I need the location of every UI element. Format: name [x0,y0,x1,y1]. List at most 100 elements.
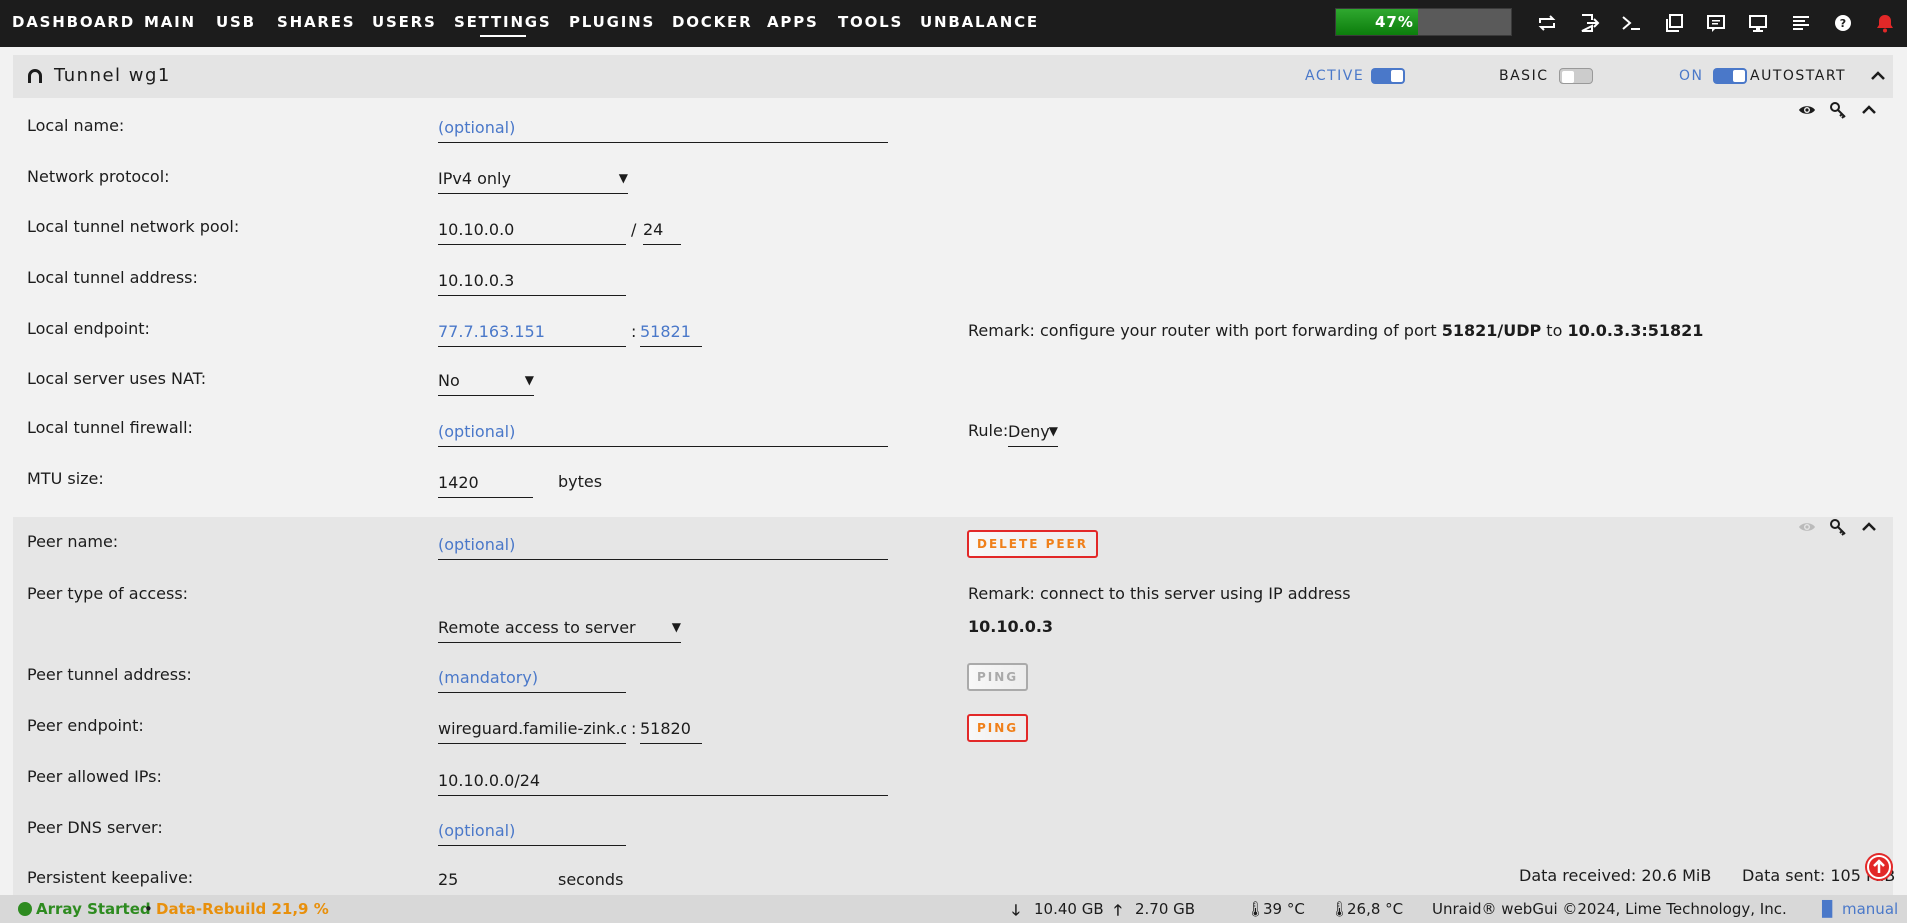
firewall-rule-select[interactable]: Deny ▼ [1008,419,1058,447]
peer-allowed-ips-label: Peer allowed IPs: [27,767,162,786]
svg-text:?: ? [1840,17,1846,30]
array-status: Array Started [18,900,151,918]
nav-dashboard[interactable]: DASHBOARD [12,13,135,31]
tunnel-icon [25,66,45,86]
notification-icon[interactable] [1874,12,1896,34]
arrow-down-icon: 🡓 [1012,901,1020,919]
local-endpoint-separator: : [631,322,637,341]
peer-tunnel-address-label: Peer tunnel address: [27,665,192,684]
mtu-input[interactable]: 1420 [438,470,533,498]
peer-type-value: Remote access to server [438,618,636,637]
autostart-toggle[interactable] [1713,68,1747,84]
manual-link[interactable]: manual [1842,900,1898,918]
nav-users[interactable]: USERS [372,13,437,31]
nav-main[interactable]: MAIN [144,13,196,31]
desktop-icon[interactable] [1747,12,1769,34]
mtu-label: MTU size: [27,469,104,488]
nav-apps[interactable]: APPS [767,13,819,31]
info-icon[interactable] [1705,12,1727,34]
help-icon[interactable]: ? [1832,12,1854,34]
cpu-load-bar: 47% [1335,8,1512,36]
manual-icon: ▉ [1822,900,1834,918]
local-name-input[interactable]: (optional) [438,115,888,143]
network-pool-separator: / [631,220,637,239]
nav-unbalance[interactable]: UNBALANCE [920,13,1039,31]
peer-endpoint-host-input[interactable]: wireguard.familie-zink.org [438,716,626,744]
firewall-label: Local tunnel firewall: [27,418,193,437]
firewall-rule-label: Rule: [968,421,1009,440]
peer-dns-input[interactable]: (optional) [438,818,626,846]
local-endpoint-host-input[interactable]: 77.7.163.151 [438,319,626,347]
network-pool-address-input[interactable]: 10.10.0.0 [438,217,626,245]
switch-language-icon[interactable] [1536,12,1558,34]
peer-endpoint-port-input[interactable]: 51820 [640,716,702,744]
peer-name-input[interactable]: (optional) [438,532,888,560]
firewall-rule-value: Deny [1008,422,1050,441]
network-protocol-label: Network protocol: [27,167,170,186]
basic-toggle[interactable] [1559,68,1593,84]
autostart-label: AUTOSTART [1750,68,1847,84]
active-label: ACTIVE [1305,68,1365,84]
basic-label: BASIC [1499,68,1549,84]
local-endpoint-label: Local endpoint: [27,319,150,338]
read-total: 10.40 GB [1034,900,1104,918]
scroll-to-top-button[interactable] [1865,853,1893,881]
keepalive-input[interactable]: 25 [438,870,458,889]
nav-usb[interactable]: USB [216,13,256,31]
status-bar: Array Started • Data-Rebuild 21,9 % 🡓 10… [0,895,1907,923]
peer-dns-label: Peer DNS server: [27,818,163,837]
generate-peer-keys-icon[interactable] [1829,518,1847,536]
data-received: Data received: 20.6 MiB [1519,866,1712,885]
nav-plugins[interactable]: PLUGINS [569,13,655,31]
peer-type-select[interactable]: Remote access to server ▼ [438,615,681,643]
network-protocol-select[interactable]: IPv4 only ▼ [438,166,628,194]
copyright: Unraid® webGui ©2024, Lime Technology, I… [1432,900,1787,918]
peer-type-label: Peer type of access: [27,584,189,603]
nat-label: Local server uses NAT: [27,369,207,388]
network-protocol-value: IPv4 only [438,169,511,188]
keepalive-unit: seconds [558,870,624,889]
arrow-up-small-icon: 🡑 [1114,901,1122,919]
nav-settings[interactable]: SETTINGS [454,13,552,37]
arrow-up-icon [1867,855,1891,879]
ping-tunnel-button[interactable]: PING [967,663,1029,691]
active-toggle[interactable] [1371,68,1405,84]
ping-endpoint-button[interactable]: PING [967,714,1029,742]
network-pool-mask-input[interactable]: 24 [643,217,681,245]
collapse-tunnel-icon[interactable] [1869,67,1887,85]
collapse-peer-icon[interactable] [1860,518,1878,536]
autostart-on-label: ON [1679,68,1704,84]
dropdown-arrow-icon: ▼ [1048,424,1058,438]
peer-section [13,517,1893,895]
feedback-icon[interactable] [1663,12,1685,34]
top-navigation: DASHBOARD MAIN USB SHARES USERS SETTINGS… [0,0,1907,47]
nav-shares[interactable]: SHARES [277,13,355,31]
dropdown-arrow-icon: ▼ [524,373,534,387]
peer-tunnel-address-input[interactable]: (mandatory) [438,665,626,693]
tunnel-address-input[interactable]: 10.10.0.3 [438,268,626,296]
log-icon[interactable] [1790,12,1812,34]
peer-endpoint-label: Peer endpoint: [27,716,144,735]
logout-icon[interactable] [1578,12,1600,34]
show-peer-config-icon[interactable] [1798,518,1816,536]
cpu-temperature: 39 °C [1263,900,1305,918]
play-icon [18,902,32,916]
peer-type-remark: Remark: connect to this server using IP … [968,584,1351,603]
peer-allowed-ips-input[interactable]: 10.10.0.0/24 [438,768,888,796]
terminal-icon[interactable] [1620,12,1642,34]
show-config-icon[interactable] [1798,101,1816,119]
firewall-input[interactable]: (optional) [438,419,888,447]
local-endpoint-remark: Remark: configure your router with port … [968,321,1704,340]
collapse-local-icon[interactable] [1860,101,1878,119]
delete-peer-button[interactable]: DELETE PEER [967,530,1098,558]
peer-name-label: Peer name: [27,532,119,551]
nat-select[interactable]: No ▼ [438,368,534,396]
local-endpoint-port-input[interactable]: 51821 [640,319,702,347]
local-name-label: Local name: [27,116,125,135]
mtu-unit: bytes [558,472,603,491]
keepalive-label: Persistent keepalive: [27,868,194,887]
nat-value: No [438,371,460,390]
generate-keys-icon[interactable] [1829,101,1847,119]
nav-docker[interactable]: DOCKER [672,13,752,31]
nav-tools[interactable]: TOOLS [838,13,903,31]
